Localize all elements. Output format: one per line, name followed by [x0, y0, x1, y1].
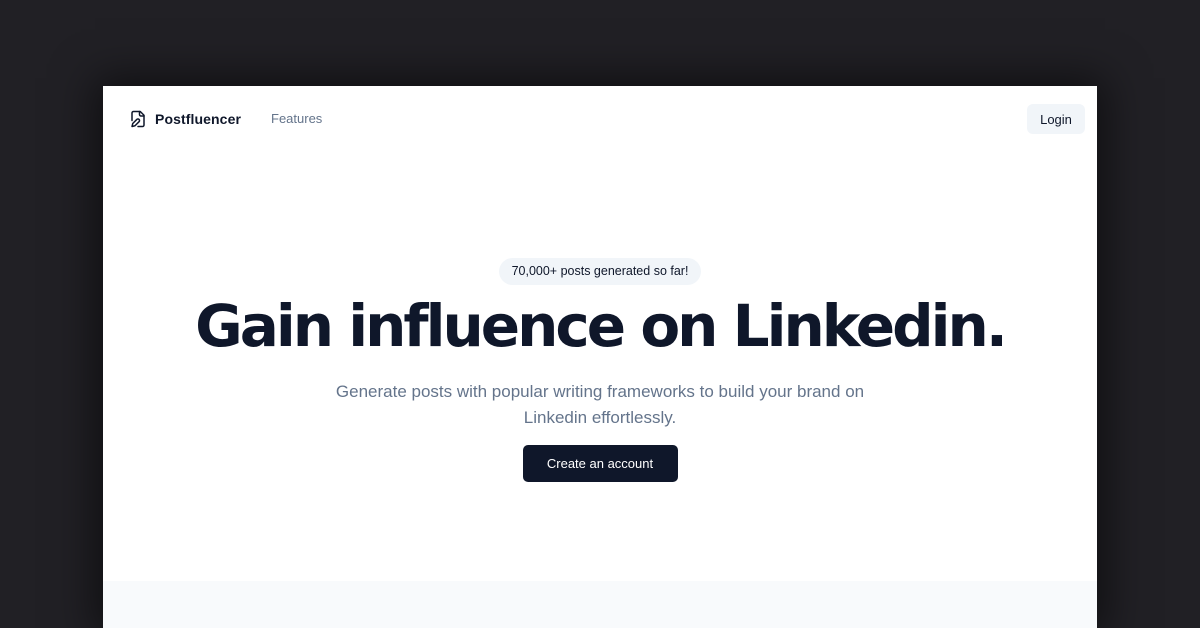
- features-section-top: [103, 581, 1097, 628]
- create-account-button[interactable]: Create an account: [522, 445, 678, 482]
- browser-window: Postfluencer Features Login 70,000+ post…: [103, 86, 1097, 628]
- file-pen-icon: [129, 110, 147, 128]
- top-navbar: Postfluencer Features Login: [103, 86, 1097, 152]
- hero-subtitle: Generate posts with popular writing fram…: [335, 382, 865, 427]
- posts-count-badge: 70,000+ posts generated so far!: [498, 258, 702, 285]
- hero-section: 70,000+ posts generated so far! Gain inf…: [103, 258, 1097, 482]
- brand-logo-link[interactable]: Postfluencer: [129, 108, 241, 130]
- login-button[interactable]: Login: [1027, 104, 1085, 134]
- nav-link-features[interactable]: Features: [271, 111, 322, 126]
- brand-name: Postfluencer: [155, 111, 241, 127]
- hero-headline: Gain influence on Linkedin.: [195, 292, 1008, 360]
